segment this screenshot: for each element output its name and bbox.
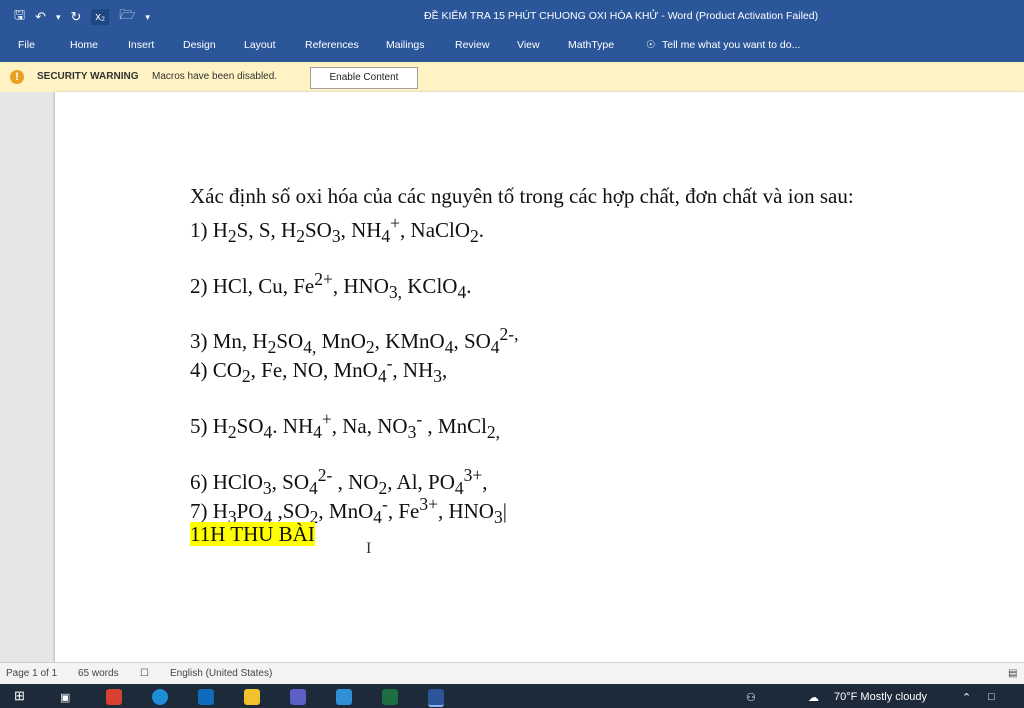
people-icon[interactable]: ⚇ — [746, 691, 756, 704]
security-warning-bar: ! SECURITY WARNING Macros have been disa… — [0, 62, 1024, 93]
tab-review[interactable]: Review — [455, 39, 489, 51]
undo-icon[interactable]: ↶ — [35, 9, 46, 25]
text-cursor-icon: I — [366, 540, 372, 557]
word-icon[interactable] — [428, 689, 444, 707]
doc-intro: Xác định số oxi hóa của các nguyên tố tr… — [190, 184, 854, 208]
doc-line-2: 2) HCl, Cu, Fe2+, HNO3, KClO4. — [190, 269, 472, 303]
security-warning-title: SECURITY WARNING — [37, 71, 139, 82]
folder-icon[interactable]: 🗁 — [119, 6, 135, 28]
tab-home[interactable]: Home — [70, 39, 98, 51]
tab-mathtype[interactable]: MathType — [568, 39, 614, 51]
enable-content-button[interactable]: Enable Content — [310, 67, 418, 89]
windows-start-icon[interactable]: ⊞ — [14, 688, 25, 704]
read-mode-icon[interactable]: ▤ — [1008, 668, 1017, 679]
language-indicator[interactable]: English (United States) — [170, 668, 272, 679]
redo-icon[interactable]: ↻ — [71, 9, 82, 25]
tab-insert[interactable]: Insert — [128, 39, 154, 51]
weather-icon[interactable]: ☁ — [808, 691, 819, 704]
undo-dropdown-icon[interactable]: ▾ — [56, 12, 61, 23]
window-title: ĐỀ KIỂM TRA 15 PHÚT CHUONG OXI HÓA KHỬ -… — [424, 10, 819, 22]
save-icon[interactable]: 🖫 — [14, 6, 25, 28]
weather-text[interactable]: 70°F Mostly cloudy — [834, 691, 927, 703]
chevron-up-icon[interactable]: ⌃ — [962, 691, 971, 704]
task-view-icon[interactable]: ▣ — [60, 691, 70, 704]
proofing-icon[interactable]: ☐ — [140, 668, 149, 679]
security-warning-message: Macros have been disabled. — [152, 71, 278, 82]
tab-mailings[interactable]: Mailings — [386, 39, 425, 51]
doc-line-1: 1) H2S, S, H2SO3, NH4+, NaClO2. — [190, 213, 485, 247]
file-explorer-icon[interactable] — [244, 689, 260, 705]
tab-view[interactable]: View — [517, 39, 540, 51]
lightbulb-icon: ☉ — [646, 39, 656, 51]
tab-references[interactable]: References — [305, 39, 359, 51]
photos-icon[interactable] — [336, 689, 352, 705]
doc-note: 11H THU BÀI — [190, 522, 315, 547]
tray-icon[interactable]: □ — [988, 691, 995, 703]
tab-file[interactable]: File — [18, 39, 35, 51]
quick-access-toolbar: 🖫 ↶ ▾ ↻ x₂ 🗁 ▾ — [14, 6, 150, 28]
teams-icon[interactable] — [290, 689, 306, 705]
customize-qat-icon[interactable]: ▾ — [145, 12, 150, 23]
doc-line-4: 4) CO2, Fe, NO, MnO4-, NH3, — [190, 353, 448, 387]
word-count[interactable]: 65 words — [78, 668, 119, 679]
chrome-icon[interactable] — [106, 689, 122, 705]
tab-layout[interactable]: Layout — [244, 39, 276, 51]
mail-icon[interactable] — [198, 689, 214, 705]
tab-design[interactable]: Design — [183, 39, 216, 51]
status-bar: Page 1 of 1 65 words ☐ English (United S… — [0, 662, 1024, 685]
highlighted-note: 11H THU BÀI — [190, 522, 315, 546]
windows-taskbar: ⊞ ▣ ⚇ ☁ 70°F Mostly cloudy ⌃ □ — [0, 684, 1024, 708]
tell-me-search[interactable]: Tell me what you want to do... — [662, 39, 800, 51]
page-count[interactable]: Page 1 of 1 — [6, 668, 57, 679]
doc-line-5: 5) H2SO4. NH4+, Na, NO3- , MnCl2, — [190, 409, 501, 443]
excel-icon[interactable] — [382, 689, 398, 705]
edge-icon[interactable] — [152, 689, 168, 705]
subscript-button[interactable]: x₂ — [91, 9, 110, 25]
warning-icon: ! — [10, 70, 24, 84]
ribbon-tabs: File Home Insert Design Layout Reference… — [0, 32, 1024, 62]
title-bar: 🖫 ↶ ▾ ↻ x₂ 🗁 ▾ ĐỀ KIỂM TRA 15 PHÚT CHUON… — [0, 0, 1024, 32]
